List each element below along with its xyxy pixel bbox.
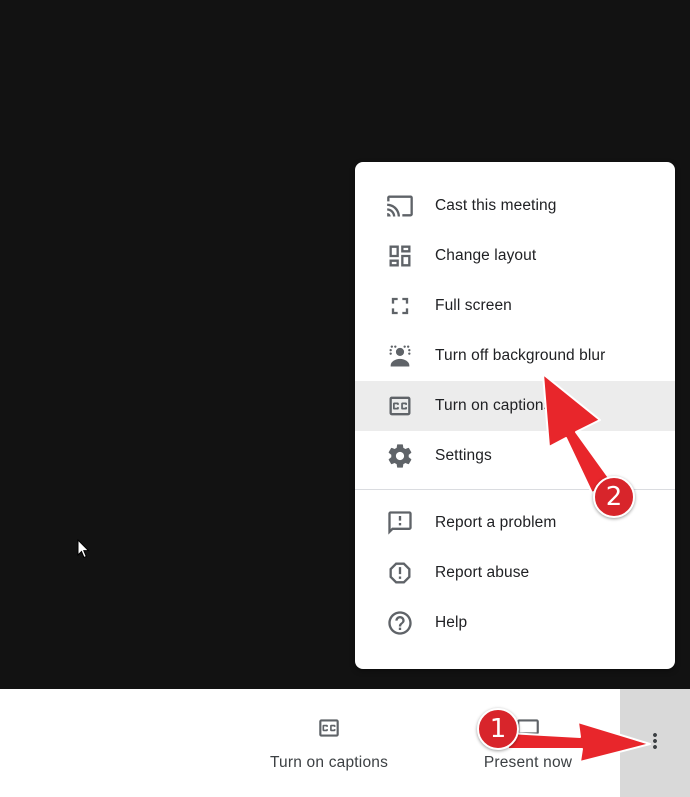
menu-item-settings[interactable]: Settings [355,431,675,481]
bottom-toolbar: Turn on captions Present now [0,689,690,797]
annotation-badge-2: 2 [593,476,635,518]
menu-item-background-blur[interactable]: Turn off background blur [355,331,675,381]
captions-button[interactable]: Turn on captions [262,689,396,797]
more-options-menu: Cast this meeting Change layout Full scr… [355,162,675,669]
menu-group-secondary: Report a problem Report abuse Help [355,498,675,648]
captions-icon [384,390,416,422]
menu-item-label: Report a problem [435,514,557,531]
menu-item-full-screen[interactable]: Full screen [355,281,675,331]
background-blur-icon [384,340,416,372]
help-icon [384,607,416,639]
menu-item-label: Full screen [435,297,512,314]
captions-icon [316,715,342,746]
menu-item-captions[interactable]: Turn on captions [355,381,675,431]
present-now-button-label: Present now [483,753,573,771]
menu-item-report-abuse[interactable]: Report abuse [355,548,675,598]
menu-item-label: Turn on captions [435,397,552,414]
gear-icon [384,440,416,472]
menu-group-main: Cast this meeting Change layout Full scr… [355,162,675,481]
mouse-cursor-icon [77,539,90,559]
menu-item-label: Turn off background blur [435,347,606,364]
fullscreen-icon [384,290,416,322]
annotation-badge-1: 1 [477,708,519,750]
cast-icon [384,190,416,222]
captions-button-label: Turn on captions [269,753,389,771]
menu-item-label: Settings [435,447,492,464]
menu-item-label: Change layout [435,247,537,264]
menu-item-cast[interactable]: Cast this meeting [355,181,675,231]
layout-icon [384,240,416,272]
meeting-window: Cast this meeting Change layout Full scr… [0,0,690,797]
menu-item-label: Cast this meeting [435,197,557,214]
report-problem-icon [384,507,416,539]
menu-item-help[interactable]: Help [355,598,675,648]
more-vert-icon [643,729,667,758]
menu-item-label: Report abuse [435,564,530,581]
menu-item-change-layout[interactable]: Change layout [355,231,675,281]
more-options-button[interactable] [620,689,690,797]
report-abuse-icon [384,557,416,589]
menu-item-label: Help [435,614,468,631]
